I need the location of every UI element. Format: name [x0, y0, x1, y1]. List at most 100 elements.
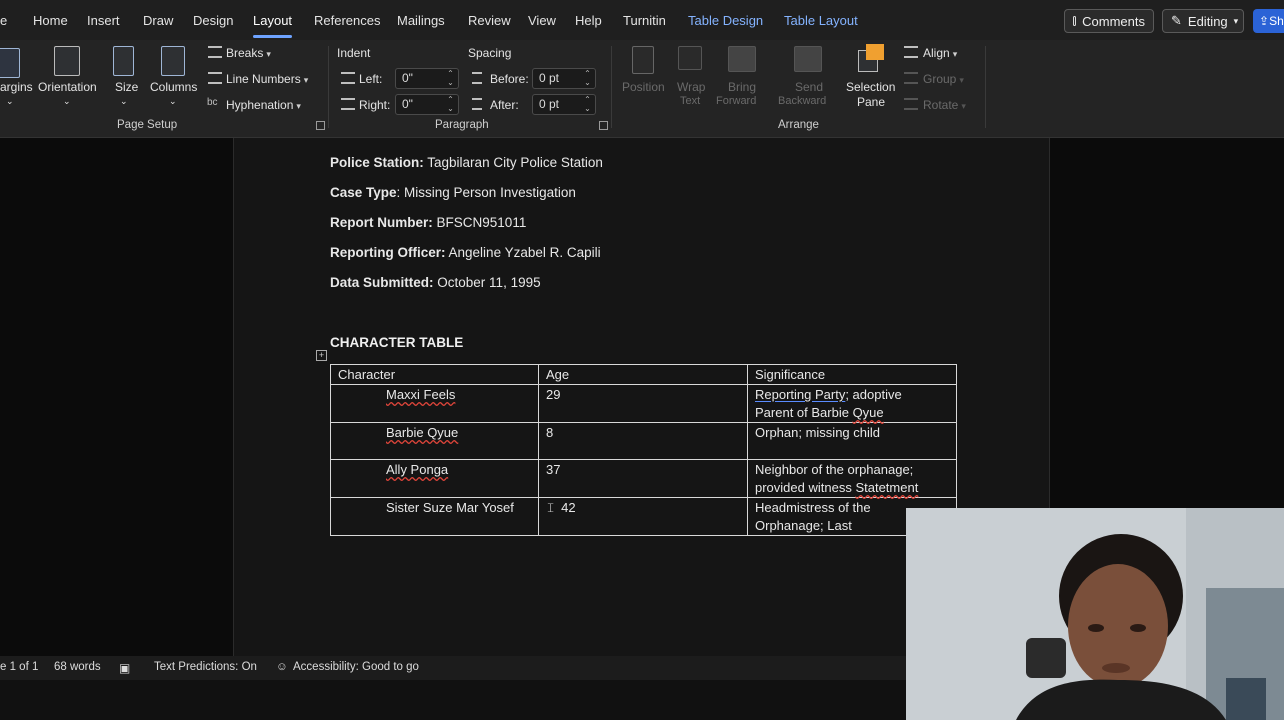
wrap-text-button[interactable]: Wrap [677, 80, 705, 94]
send-backward-icon [794, 46, 822, 72]
police-station-line[interactable]: Police Station: Tagbilaran City Police S… [330, 155, 603, 170]
share-button[interactable]: ⇪Sh [1253, 9, 1284, 33]
table-cell[interactable]: Barbie Qyue [330, 422, 539, 460]
significance-text: ; adoptive [845, 387, 902, 402]
case-type-line[interactable]: Case Type: Missing Person Investigation [330, 185, 576, 200]
bring-forward-icon [728, 46, 756, 72]
ribbon-tab-bar: e Home Insert Draw Design Layout Referen… [0, 0, 1284, 40]
send-backward-label-2: Backward [778, 95, 827, 107]
police-station-value: Tagbilaran City Police Station [427, 155, 603, 170]
tab-home[interactable]: Home [33, 13, 68, 28]
selection-pane-button[interactable]: Selection [846, 80, 895, 94]
columns-button[interactable]: Columns [150, 80, 197, 94]
margins-button[interactable]: argins [0, 80, 33, 94]
text-cursor-icon: 𝙸 [546, 500, 556, 515]
margins-icon [0, 48, 20, 78]
breaks-label: Breaks [226, 46, 264, 60]
comments-button[interactable]: Comments [1064, 9, 1154, 33]
table-cell[interactable]: 8 [538, 422, 748, 460]
significance-text: Statetment [855, 480, 919, 495]
group-label: Group [923, 72, 957, 86]
tab-insert[interactable]: Insert [87, 13, 120, 28]
table-cell[interactable]: Sister Suze Mar Yosef [330, 497, 539, 536]
ribbon-layout-panel: argins ⌄ Orientation ⌄ Size ⌄ Columns ⌄ … [0, 40, 1284, 138]
accessibility-status[interactable]: Accessibility: Good to go [293, 661, 419, 673]
spacing-after-input[interactable]: 0 pt [532, 94, 596, 115]
case-type-label: Case Type [330, 185, 397, 200]
section-heading[interactable]: CHARACTER TABLE [330, 335, 463, 350]
group-button[interactable]: Group ▾ [923, 72, 964, 86]
orientation-icon [54, 46, 80, 76]
breaks-button[interactable]: Breaks ▾ [226, 46, 271, 60]
tab-review[interactable]: Review [468, 13, 511, 28]
table-cell[interactable]: Ally Ponga [330, 459, 539, 498]
spacing-after-icon [472, 98, 482, 110]
table-header-cell[interactable]: Significance [747, 364, 957, 385]
share-button-label: Sh [1269, 14, 1284, 28]
arrange-group-title: Arrange [778, 119, 819, 131]
selection-pane-label-2: Pane [857, 95, 886, 109]
rotate-button[interactable]: Rotate ▾ [923, 98, 966, 112]
character-name: Ally Ponga [386, 462, 449, 477]
tab-help[interactable]: Help [575, 13, 602, 28]
tab-view[interactable]: View [528, 13, 556, 28]
webcam-person-image [906, 508, 1284, 720]
send-backward-button[interactable]: Send [795, 80, 823, 94]
character-name: Barbie Qyue [386, 425, 459, 440]
table-cell[interactable]: Maxxi Feels [330, 384, 539, 423]
hyphenation-button[interactable]: Hyphenation ▾ [226, 98, 301, 112]
table-header-cell[interactable]: Age [538, 364, 748, 385]
table-cell[interactable]: Neighbor of the orphanage; provided witne… [747, 459, 957, 498]
tab-table-design[interactable]: Table Design [688, 13, 763, 28]
significance-text: Orphan; missing child [755, 425, 880, 440]
table-move-handle-icon[interactable]: + [316, 350, 327, 361]
position-button[interactable]: Position [622, 80, 665, 94]
line-numbers-button[interactable]: Line Numbers ▾ [226, 72, 308, 86]
indent-right-icon [341, 98, 355, 110]
paragraph-launcher-icon[interactable] [599, 121, 608, 130]
tab-layout[interactable]: Layout [253, 13, 293, 38]
character-table[interactable]: Character Age Significance Maxxi Feels 2… [330, 364, 957, 536]
orientation-button[interactable]: Orientation [38, 80, 97, 94]
indent-right-input[interactable]: 0" [395, 94, 459, 115]
table-cell[interactable]: 37 [538, 459, 748, 498]
table-cell[interactable]: 29 [538, 384, 748, 423]
word-count-status[interactable]: 68 words [54, 661, 101, 673]
reporting-officer-label: Reporting Officer: [330, 245, 446, 260]
data-submitted-line[interactable]: Data Submitted: October 11, 1995 [330, 275, 541, 290]
table-header-cell[interactable]: Character [330, 364, 539, 385]
indent-header: Indent [337, 46, 371, 60]
page-setup-launcher-icon[interactable] [316, 121, 325, 130]
text-predictions-status[interactable]: Text Predictions: On [154, 661, 257, 673]
size-button[interactable]: Size [115, 80, 138, 94]
pencil-icon: ✎ [1171, 13, 1182, 28]
group-divider [985, 46, 986, 128]
significance-text: Qyue [852, 405, 884, 420]
align-button[interactable]: Align ▾ [923, 46, 957, 60]
editing-mode-button[interactable]: ✎ Editing ▾ [1162, 9, 1244, 33]
report-number-line[interactable]: Report Number: BFSCN951011 [330, 215, 526, 230]
indent-left-input[interactable]: 0" [395, 68, 459, 89]
page-count-status[interactable]: e 1 of 1 [0, 661, 38, 673]
tab-turnitin[interactable]: Turnitin [623, 13, 666, 28]
tab-mailings[interactable]: Mailings [397, 13, 445, 28]
position-icon [632, 46, 654, 74]
table-cell[interactable]: 𝙸 42 [538, 497, 748, 536]
indent-right-label: Right: [359, 98, 391, 112]
table-cell[interactable]: Reporting Party; adoptive Parent of Barbi… [747, 384, 957, 423]
tab-table-layout[interactable]: Table Layout [784, 13, 858, 28]
tab-references[interactable]: References [314, 13, 380, 28]
tab-file[interactable]: e [0, 13, 7, 28]
tab-design[interactable]: Design [193, 13, 233, 28]
table-cell[interactable]: Orphan; missing child [747, 422, 957, 460]
spacing-before-input[interactable]: 0 pt [532, 68, 596, 89]
indent-left-icon [341, 72, 355, 84]
tab-draw[interactable]: Draw [143, 13, 173, 28]
bring-forward-button[interactable]: Bring [728, 80, 756, 94]
align-icon [904, 46, 918, 58]
reporting-officer-line[interactable]: Reporting Officer: Angeline Yzabel R. Ca… [330, 245, 601, 260]
character-name: Sister Suze Mar Yosef [386, 500, 514, 515]
proofing-icon[interactable]: ▣ [119, 661, 130, 675]
hyphenation-chevron-icon: ▾ [296, 101, 301, 111]
table-row: Ally Ponga 37 Neighbor of the orphanage;… [330, 459, 957, 498]
